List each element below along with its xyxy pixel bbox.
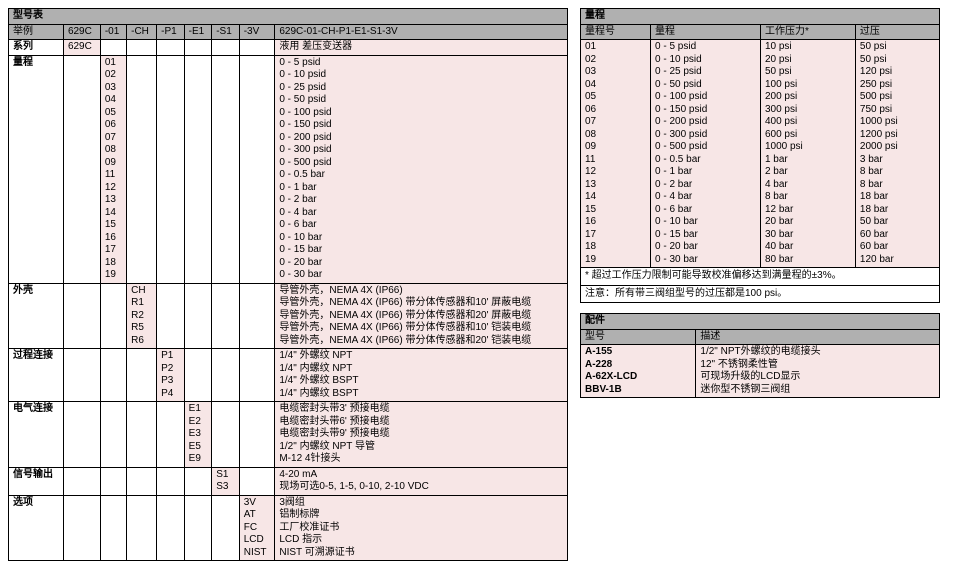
h-range: 量程 [651,24,761,40]
range-descs: 0 - 5 psid0 - 10 psid0 - 25 psid0 - 50 p… [275,55,568,283]
range-codes: 010203040506070809111213141516171819 [100,55,126,283]
range-col-range: 0 - 5 psid0 - 10 psid0 - 25 psid0 - 50 p… [651,40,761,268]
range-note1: * 超过工作压力限制可能导致校准偏移达到满量程的±3%。 [581,268,940,286]
col-example: 举例 [9,24,64,40]
series-code: 629C [63,40,100,56]
row-options: 选项 3VATFCLCDNIST 3阀组铝制标牌工厂校准证书LCD 指示NIST… [9,495,568,561]
electrical-codes: E1E2E3E5E9 [184,402,212,468]
col-p1: -P1 [157,24,185,40]
range-table-title: 量程 [581,9,940,25]
accessories-table: 配件 型号 描述 A-155A-228A-62X-LCDBBV-1B 1/2" … [580,313,940,398]
acc-title: 配件 [581,314,940,330]
enclosure-codes: CHR1R2R5R6 [127,283,157,349]
signal-codes: S1S3 [212,467,240,495]
acc-h-desc: 描述 [696,329,940,345]
range-table: 量程 量程号 量程 工作压力* 过压 010203040506070809111… [580,8,940,303]
range-data-row: 010203040506070809111213141516171819 0 -… [581,40,940,268]
enclosure-descs: 导管外壳，NEMA 4X (IP66)导管外壳，NEMA 4X (IP66) 带… [275,283,568,349]
label-enclosure: 外壳 [9,283,64,349]
row-signal: 信号输出 S1S3 4-20 mA现场可选0-5, 1-5, 0-10, 2-1… [9,467,568,495]
row-enclosure: 外壳 CHR1R2R5R6 导管外壳，NEMA 4X (IP66)导管外壳，NE… [9,283,568,349]
h-num: 量程号 [581,24,651,40]
h-working: 工作压力* [760,24,855,40]
process-descs: 1/4" 外螺纹 NPT1/4" 内螺纹 NPT1/4" 外螺纹 BSPT1/4… [275,349,568,402]
signal-descs: 4-20 mA现场可选0-5, 1-5, 0-10, 2-10 VDC [275,467,568,495]
col-01: -01 [100,24,126,40]
label-series: 系列 [9,40,64,56]
acc-col-model: A-155A-228A-62X-LCDBBV-1B [581,345,696,398]
col-s1: -S1 [212,24,240,40]
row-range: 量程 010203040506070809111213141516171819 … [9,55,568,283]
col-full: 629C-01-CH-P1-E1-S1-3V [275,24,568,40]
range-col-working: 10 psi20 psi50 psi100 psi200 psi300 psi4… [760,40,855,268]
acc-col-desc: 1/2" NPT外螺纹的电缆接头12" 不锈钢柔性管可现场升级的LCD显示迷你型… [696,345,940,398]
label-range: 量程 [9,55,64,283]
row-series: 系列 629C 液用 差压变送器 [9,40,568,56]
label-electrical: 电气连接 [9,402,64,468]
label-process: 过程连接 [9,349,64,402]
row-process: 过程连接 P1P2P3P4 1/4" 外螺纹 NPT1/4" 内螺纹 NPT1/… [9,349,568,402]
model-number-table: 型号表 举例 629C -01 -CH -P1 -E1 -S1 -3V 629C… [8,8,568,561]
option-descs: 3阀组铝制标牌工厂校准证书LCD 指示NIST 可溯源证书 [275,495,568,561]
model-table-title: 型号表 [9,9,568,25]
col-629c: 629C [63,24,100,40]
process-codes: P1P2P3P4 [157,349,185,402]
range-note2: 注意：所有带三阀组型号的过压都是100 psi。 [581,285,940,303]
range-col-over: 50 psi50 psi120 psi250 psi500 psi750 psi… [855,40,939,268]
acc-header: 型号 描述 [581,329,940,345]
option-codes: 3VATFCLCDNIST [239,495,275,561]
col-e1: -E1 [184,24,212,40]
acc-h-model: 型号 [581,329,696,345]
electrical-descs: 电缆密封头带3' 预接电缆电缆密封头带6' 预接电缆电缆密封头带9' 预接电缆1… [275,402,568,468]
model-table-header-row: 举例 629C -01 -CH -P1 -E1 -S1 -3V 629C-01-… [9,24,568,40]
h-over: 过压 [855,24,939,40]
row-electrical: 电气连接 E1E2E3E5E9 电缆密封头带3' 预接电缆电缆密封头带6' 预接… [9,402,568,468]
range-table-header: 量程号 量程 工作压力* 过压 [581,24,940,40]
col-ch: -CH [127,24,157,40]
label-options: 选项 [9,495,64,561]
series-desc: 液用 差压变送器 [275,40,568,56]
col-3v: -3V [239,24,275,40]
range-col-num: 010203040506070809111213141516171819 [581,40,651,268]
acc-data-row: A-155A-228A-62X-LCDBBV-1B 1/2" NPT外螺纹的电缆… [581,345,940,398]
label-signal: 信号输出 [9,467,64,495]
